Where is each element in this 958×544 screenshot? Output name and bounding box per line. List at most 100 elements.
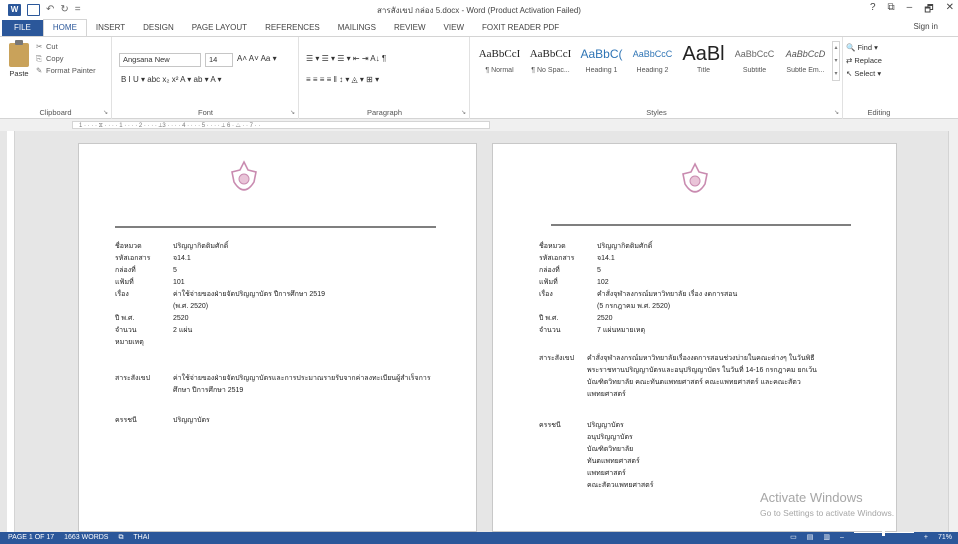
save-icon[interactable] [27,3,40,16]
customize-qat-icon[interactable]: = [75,4,81,15]
find-label: Find ▾ [857,43,878,52]
clipboard-group: Paste ✂ Cut ⎘ Copy ✎ Format Painter Clipboa… [0,37,112,119]
window-controls: ? ⧉ – 🗗 ✕ [870,2,954,19]
zoom-in-button[interactable]: + [924,532,928,544]
page-count[interactable]: PAGE 1 OF 17 [8,534,54,541]
document-page-1[interactable]: ชื่อหมวด ปริญญากิตติมศักดิ์ รหัสเอกสาร จ14… [78,143,477,532]
print-layout-icon[interactable]: ▤ [807,532,814,544]
style-heading-2[interactable]: AaBbCcC Heading 2 [627,41,678,89]
style-normal[interactable]: AaBbCcI ¶ Normal [474,41,525,89]
field-value: ค่าใช้จ่ายของฝ่ายจัดปริญญาบัตร ปีการศึกษ… [173,291,325,298]
university-seal-icon [682,162,708,193]
binoculars-icon: 🔍 [846,43,856,52]
minimize-button[interactable]: – [907,2,913,19]
style-sample: AaBl [682,43,725,65]
find-button[interactable]: 🔍 Find ▾ [846,41,882,54]
vertical-scrollbar[interactable] [948,131,958,532]
paragraph-group-label: Paragraph [366,108,403,117]
tab-design[interactable]: DESIGN [134,20,183,36]
select-button[interactable]: ↖ Select ▾ [846,67,882,80]
cut-button[interactable]: ✂ Cut [36,41,96,53]
undo-icon[interactable]: ↶ [46,4,54,15]
field-key: ชื่อหมวด [115,243,142,250]
sign-in-link[interactable]: Sign in [914,22,938,31]
vertical-ruler[interactable] [7,131,15,532]
field-row: รหัสเอกสาร จ14.1 [539,253,869,265]
field-row: เรื่อง คำสั่งจุฬาลงกรณ์มหาวิทยาลัย เรื่อง… [539,289,869,301]
style-sample: AaBbCcI [529,48,572,60]
tab-foxit-reader-pdf[interactable]: FOXIT READER PDF [473,20,568,36]
paragraph-list-controls[interactable]: ☰ ▾ ☰ ▾ ☰ ▾ ⇤ ⇥ A↓ ¶ [306,54,386,63]
styles-gallery-scroll[interactable]: ▴ ▾ ▾ [832,41,840,81]
field-row: กล่องที่ 5 [115,265,435,277]
word-count[interactable]: 1663 WORDS [64,534,108,541]
style-sample: AaBbCcC [632,49,673,59]
tab-insert[interactable]: INSERT [87,20,134,36]
styles-dialog-launcher[interactable]: ↘ [834,109,839,116]
tab-review[interactable]: REVIEW [385,20,435,36]
zoom-level[interactable]: 71% [938,532,952,544]
styles-group-label: Styles [646,108,667,117]
tab-page-layout[interactable]: PAGE LAYOUT [183,20,256,36]
watermark-title: Activate Windows [760,490,863,505]
font-size-case-controls[interactable]: A˄ A˅ Aa ▾ [237,54,277,63]
field-row: กล่องที่ 5 [539,265,869,277]
tab-mailings[interactable]: MAILINGS [329,20,385,36]
field-key: รหัสเอกสาร [539,255,575,262]
zoom-out-button[interactable]: – [840,532,844,544]
tab-home[interactable]: HOME [42,19,87,36]
field-value: จ14.1 [173,255,191,262]
keywords-key: ครรชนี [539,422,561,429]
tab-file[interactable]: FILE [2,20,43,36]
web-layout-icon[interactable]: ▥ [823,532,830,544]
field-key [115,301,173,313]
replace-button[interactable]: ⇄ Replace [846,54,882,67]
status-right: ▭ ▤ ▥ – + 71% [790,529,952,544]
redo-icon[interactable]: ↻ [60,4,68,15]
status-bar: PAGE 1 OF 17 1663 WORDS ⧉ THAI ▭ ▤ ▥ – +… [0,529,958,544]
read-mode-icon[interactable]: ▭ [790,532,797,544]
copy-button[interactable]: ⎘ Copy [36,53,96,65]
style-name: Subtle Em... [786,67,825,74]
style-subtitle[interactable]: AaBbCcC Subtitle [729,41,780,89]
copy-label: Copy [46,54,64,63]
zoom-slider-thumb[interactable] [881,529,885,536]
restore-button[interactable]: 🗗 [924,2,933,19]
keyword-line: อนุปริญญาบัตร [587,434,633,441]
paragraph-alignment-controls[interactable]: ≡ ≡ ≡ ≡ ‖ ↕ ▾ ◬ ▾ ⊞ ▾ [306,75,379,84]
style-no-spacing[interactable]: AaBbCcI ¶ No Spac... [525,41,576,89]
word-app-icon[interactable]: W [8,3,21,16]
style-heading-1[interactable]: AaBbC(Heading 1 [576,41,627,89]
paragraph-dialog-launcher[interactable]: ↘ [461,109,466,116]
keywords-key: ครรชนี [115,417,137,424]
clipboard-dialog-launcher[interactable]: ↘ [103,109,108,116]
help-icon[interactable]: ? [870,2,876,19]
field-row: เรื่อง ค่าใช้จ่ายของฝ่ายจัดปริญญาบัตร ปีก… [115,289,435,301]
editing-group-label: Editing [867,108,891,117]
ribbon-display-options-icon[interactable]: ⧉ [888,2,895,19]
field-value: คำสั่งจุฬาลงกรณ์มหาวิทยาลัย เรื่อง งดการ… [597,291,738,298]
summary-block: สาระสังเขป ค่าใช้จ่ายของฝ่ายจัดปริญญาบัตร… [115,373,435,397]
field-key: เรื่อง [115,291,129,298]
replace-label: Replace [854,56,882,65]
replace-icon: ⇄ [846,56,853,65]
close-button[interactable]: ✕ [946,2,954,19]
font-name-box[interactable]: Angsana New [119,53,201,67]
zoom-slider[interactable] [853,529,914,536]
style-subtle-emphasis[interactable]: AaBbCcD Subtle Em... [780,41,831,89]
document-page-2[interactable]: ชื่อหมวด ปริญญากิตติมศักดิ์ รหัสเอกสาร จ14… [492,143,897,532]
language-indicator[interactable]: THAI [133,534,149,541]
tab-view[interactable]: VIEW [435,20,473,36]
document-area[interactable]: ชื่อหมวด ปริญญากิตติมศักดิ์ รหัสเอกสาร จ14… [0,131,958,532]
paste-button[interactable]: Paste [6,40,32,78]
tab-references[interactable]: REFERENCES [256,20,329,36]
field-value: 102 [597,279,609,286]
horizontal-ruler[interactable]: 1 · · · · ⧖ · · · · 1 · · · · 2 · · · · … [72,121,490,129]
font-formatting-controls[interactable]: B I U ▾ abc x₂ x² A ▾ ab ▾ A ▾ [121,75,222,84]
proofing-icon[interactable]: ⧉ [118,534,123,541]
font-size-box[interactable]: 14 [205,53,233,67]
font-dialog-launcher[interactable]: ↘ [290,109,295,116]
field-row: หมายเหตุ [115,337,435,349]
style-title[interactable]: AaBl Title [678,41,729,89]
format-painter-button[interactable]: ✎ Format Painter [36,65,96,77]
